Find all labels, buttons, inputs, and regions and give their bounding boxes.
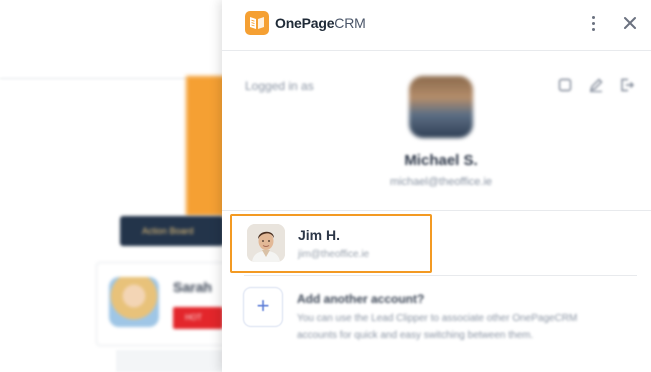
add-account-section: + Add another account? You can use the L… <box>222 276 651 372</box>
background-page: Action Board Sarah HOT <box>0 0 222 372</box>
background-contact-name: Sarah <box>173 279 212 295</box>
background-contact-avatar <box>109 277 159 327</box>
logged-in-label: Logged in as <box>245 79 314 93</box>
account-switcher-panel: OnePageCRM Logged in as Michael S. micha… <box>222 0 651 372</box>
account-avatar <box>247 224 285 262</box>
account-email: jim@theoffice.ie <box>298 249 370 260</box>
logout-icon[interactable] <box>619 77 635 93</box>
add-account-description: You can use the Lead Clipper to associat… <box>297 313 578 341</box>
add-account-button[interactable]: + <box>243 287 283 327</box>
background-orange-banner <box>186 76 222 216</box>
logged-in-section: Logged in as Michael S. michael@theoffic… <box>222 51 651 211</box>
add-account-title: Add another account? <box>297 292 425 306</box>
account-item-jim[interactable]: Jim H. jim@theoffice.ie <box>230 214 432 273</box>
background-contact-card: Sarah HOT <box>96 262 222 346</box>
onepagecrm-logo-icon <box>245 11 269 35</box>
section-divider <box>222 210 651 211</box>
brand-name-light: CRM <box>334 15 366 31</box>
brand-name-bold: OnePage <box>275 15 335 31</box>
current-user-name: Michael S. <box>404 152 478 169</box>
plus-icon: + <box>256 293 270 318</box>
sync-icon[interactable] <box>557 77 573 93</box>
current-user-avatar <box>409 76 473 138</box>
background-contact-tag: HOT <box>173 307 222 329</box>
more-options-icon[interactable] <box>585 14 601 34</box>
close-icon[interactable] <box>621 14 639 32</box>
panel-header: OnePageCRM <box>222 0 651 51</box>
edit-icon[interactable] <box>588 77 604 93</box>
brand-name: OnePageCRM <box>275 15 366 31</box>
account-name: Jim H. <box>298 227 341 243</box>
background-strip <box>116 350 222 372</box>
current-user-email: michael@theoffice.ie <box>389 176 493 188</box>
background-action-button: Action Board <box>120 216 222 246</box>
